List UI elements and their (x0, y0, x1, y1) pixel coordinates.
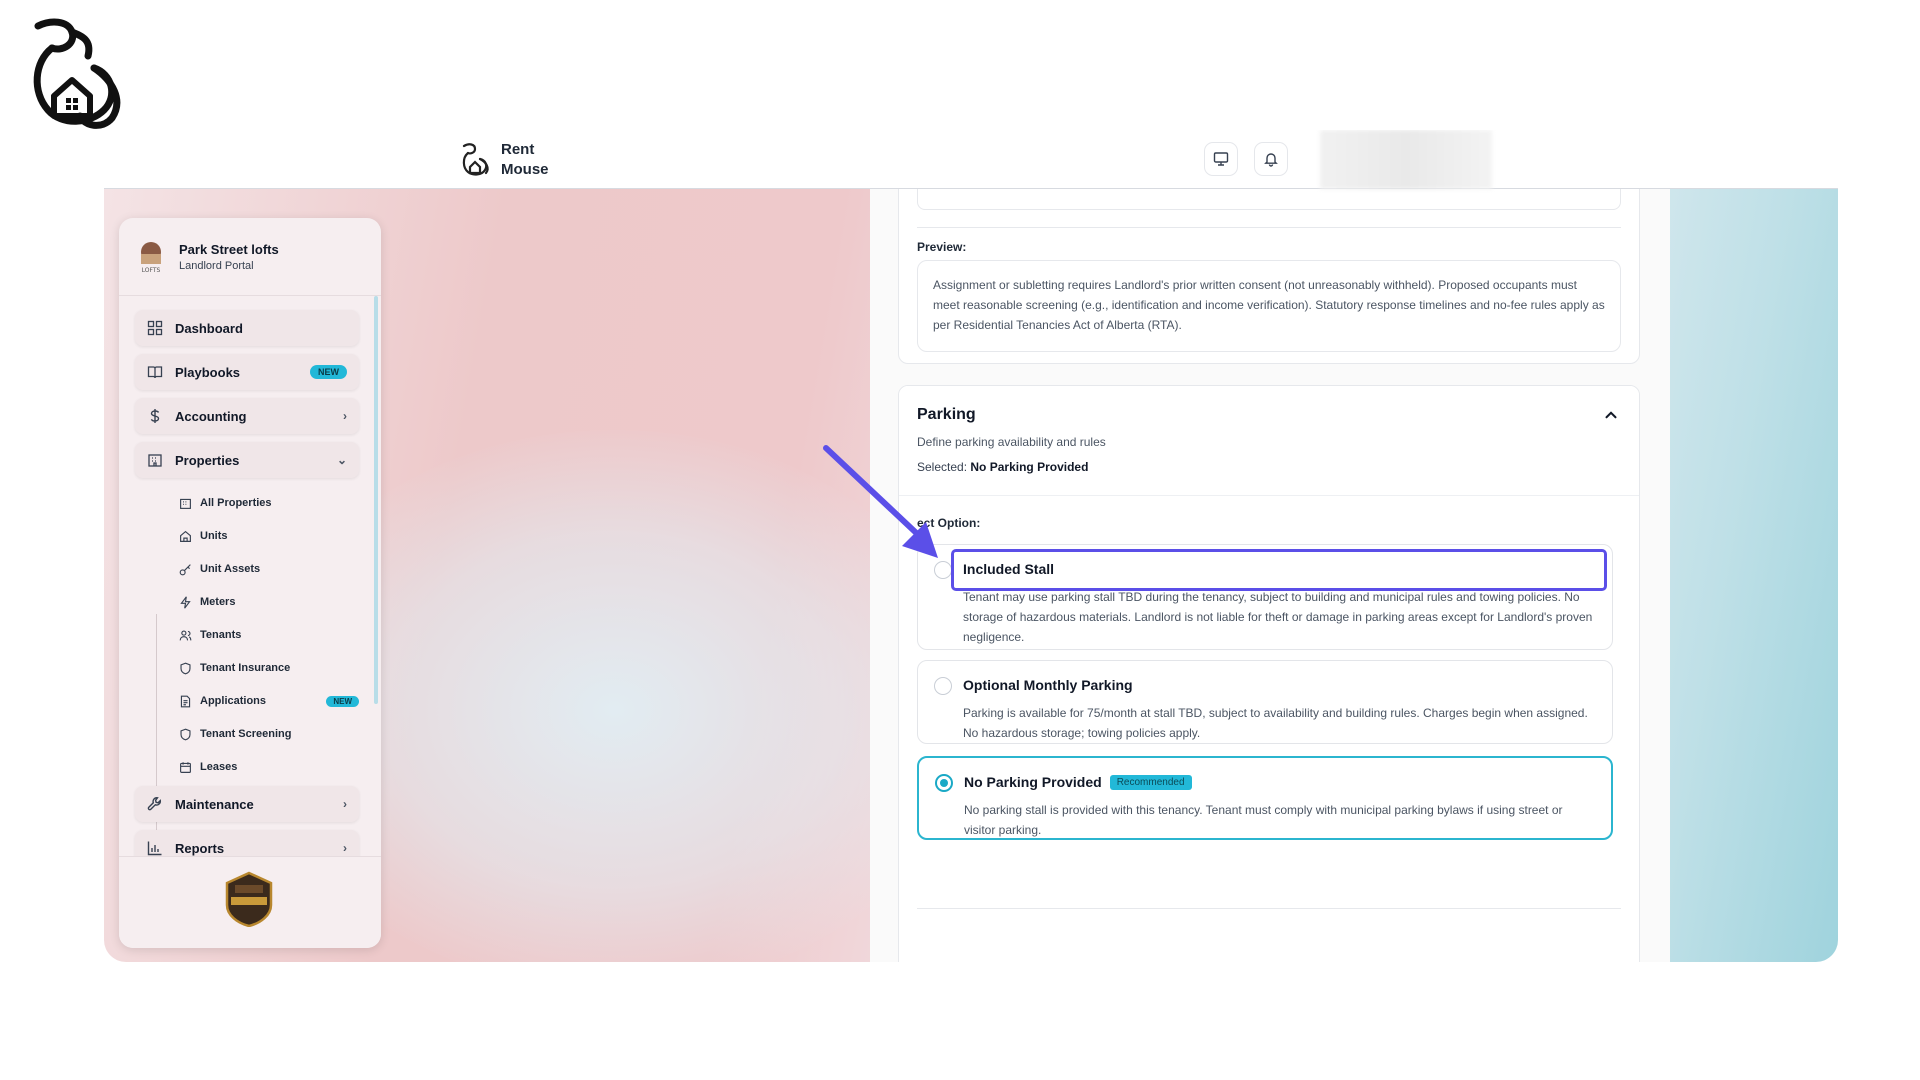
display-button[interactable] (1204, 142, 1238, 176)
sidebar-subitem-label: Tenant Screening (200, 728, 292, 740)
top-bar: Rent Mouse (104, 130, 1838, 189)
sidebar-subitem-label: Units (200, 530, 228, 542)
monitor-icon (1213, 152, 1229, 166)
sidebar-subitem-label: Leases (200, 761, 238, 773)
chevron-right-icon: › (343, 409, 347, 423)
sidebar-item-dashboard[interactable]: Dashboard (135, 310, 359, 346)
new-badge: NEW (310, 365, 347, 379)
sidebar-subitem-label: Tenants (200, 629, 242, 641)
pro-founding-member-badge-icon (225, 871, 273, 927)
brand-name: Rent Mouse (501, 141, 549, 178)
sidebar-subitem-unit-assets[interactable]: Unit Assets (179, 558, 359, 580)
arrow-annotation-icon (823, 445, 938, 558)
chevron-up-icon[interactable] (1602, 406, 1620, 424)
property-name: Park Street lofts (179, 241, 279, 257)
option-title: Optional Monthly Parking (963, 677, 1133, 693)
radio-button-selected[interactable] (935, 774, 953, 792)
sidebar-item-label: Accounting (175, 408, 247, 424)
option-description: Tenant may use parking stall TBD during … (963, 590, 1593, 644)
sidebar-item-label: Maintenance (175, 796, 254, 812)
sidebar-item-label: Reports (175, 840, 225, 856)
option-description: No parking stall is provided with this t… (964, 803, 1563, 837)
sidebar-item-label: Dashboard (175, 320, 243, 336)
portal-name: Landlord Portal (179, 259, 254, 272)
sidebar-subitem-tenant-insurance[interactable]: Tenant Insurance (179, 657, 359, 679)
sidebar-subitem-units[interactable]: Units (179, 525, 359, 547)
sidebar-item-playbooks[interactable]: Playbooks NEW (135, 354, 359, 390)
recommended-badge: Recommended (1109, 774, 1192, 790)
sidebar: LOFTS Park Street lofts Landlord Portal … (119, 218, 381, 948)
sidebar-subitem-all-properties[interactable]: All Properties (179, 492, 359, 514)
shield-icon (180, 662, 191, 674)
highlight-annotation (951, 549, 1607, 591)
sidebar-item-accounting[interactable]: Accounting › (135, 398, 359, 434)
sidebar-scrollbar[interactable] (374, 296, 378, 704)
divider (917, 227, 1621, 228)
property-switcher[interactable]: LOFTS Park Street lofts Landlord Portal (119, 218, 381, 296)
subletting-card: Preview: Assignment or subletting requir… (898, 189, 1640, 364)
main-content: Preview: Assignment or subletting requir… (870, 189, 1670, 962)
sidebar-item-properties[interactable]: Properties ⌄ (135, 442, 359, 478)
sidebar-item-maintenance[interactable]: Maintenance › (135, 786, 359, 822)
svg-text:LOFTS: LOFTS (142, 267, 161, 274)
sidebar-subitem-applications[interactable]: Applications NEW (179, 690, 359, 712)
calendar-icon (180, 761, 191, 773)
parking-card: Parking Define parking availability and … (898, 385, 1640, 962)
sidebar-footer (119, 856, 381, 948)
key-icon (179, 563, 191, 575)
users-icon (179, 629, 192, 640)
preview-text: Assignment or subletting requires Landlo… (917, 260, 1621, 352)
building-icon (148, 454, 162, 467)
sidebar-subitem-leases[interactable]: Leases (179, 756, 359, 778)
divider (917, 908, 1621, 909)
sidebar-subitem-label: All Properties (200, 497, 272, 509)
sidebar-item-label: Properties (175, 452, 240, 468)
bar-chart-icon (147, 841, 162, 856)
chevron-right-icon: › (343, 797, 347, 811)
sidebar-subitem-label: Applications (200, 695, 267, 707)
parking-header[interactable]: Parking Define parking availability and … (899, 386, 1639, 496)
shield-icon (180, 728, 191, 740)
sidebar-subitem-tenant-screening[interactable]: Tenant Screening (179, 723, 359, 745)
sidebar-subitem-meters[interactable]: Meters (179, 591, 359, 613)
home-icon (180, 530, 191, 542)
sidebar-subitem-label: Unit Assets (200, 563, 261, 575)
notifications-button[interactable] (1254, 142, 1288, 176)
rent-mouse-small-logo-icon (462, 143, 489, 176)
bolt-icon (180, 595, 191, 609)
sidebar-subitem-tenants[interactable]: Tenants (179, 624, 359, 646)
option-no-parking-provided[interactable]: No Parking Provided Recommended No parkin… (917, 756, 1613, 840)
wrench-icon (147, 797, 162, 811)
chevron-right-icon: › (343, 841, 347, 855)
option-title: No Parking Provided Recommended (964, 774, 1192, 790)
radio-button[interactable] (934, 677, 952, 695)
book-icon (147, 366, 163, 379)
parking-title: Parking (917, 406, 976, 423)
app-window: Rent Mouse LOFTS Park Street lofts Landl… (104, 130, 1838, 962)
user-menu-blurred[interactable] (1320, 130, 1492, 189)
new-badge: NEW (326, 695, 359, 707)
property-logo-icon: LOFTS (141, 241, 161, 274)
grid-icon (147, 320, 163, 336)
brand[interactable]: Rent Mouse (461, 140, 561, 180)
option-included-stall[interactable]: Included Stall Tenant may use parking st… (917, 544, 1613, 650)
option-optional-monthly-parking[interactable]: Optional Monthly Parking Parking is avai… (917, 660, 1613, 744)
bell-icon (1264, 153, 1278, 167)
option-description: Parking is available for 75/month at sta… (963, 706, 1588, 740)
sidebar-item-label: Playbooks (175, 364, 241, 380)
preview-label: Preview: (917, 240, 967, 254)
chevron-down-icon: ⌄ (336, 453, 347, 467)
rent-mouse-logo-icon (33, 18, 121, 129)
document-icon (180, 695, 191, 707)
sidebar-subitem-label: Tenant Insurance (200, 662, 291, 674)
dollar-icon (150, 409, 160, 423)
sidebar-subitem-label: Meters (200, 596, 236, 608)
clause-text-box[interactable] (917, 189, 1621, 210)
building-icon (180, 498, 191, 509)
